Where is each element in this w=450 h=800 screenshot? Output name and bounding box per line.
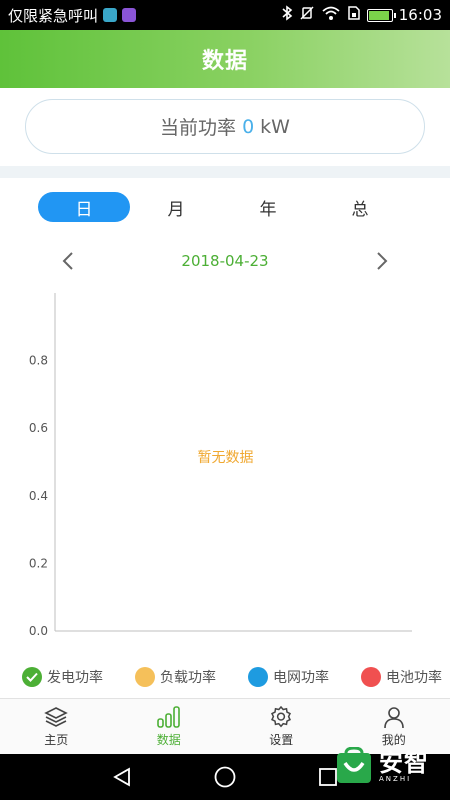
legend-item-grid[interactable]: 电网功率 bbox=[248, 667, 329, 687]
current-power-label: 当前功率 bbox=[160, 117, 237, 139]
layers-icon bbox=[43, 705, 69, 729]
notification-app-icon bbox=[103, 8, 118, 22]
chart-legend: 发电功率 负载功率 电网功率 电池功率 bbox=[22, 665, 442, 689]
status-bar: 仅限紧急呼叫 16:03 bbox=[0, 0, 450, 30]
dot-icon bbox=[248, 667, 268, 687]
sim-icon bbox=[347, 5, 361, 25]
chevron-right-icon[interactable] bbox=[369, 248, 395, 274]
tab-day[interactable]: 日 bbox=[38, 192, 130, 222]
back-icon[interactable] bbox=[107, 762, 137, 792]
y-tick-label: 0.0 bbox=[29, 624, 48, 638]
app-header: 数据 bbox=[0, 30, 450, 88]
current-power-box: 当前功率 0 kW bbox=[25, 99, 425, 154]
wifi-icon bbox=[321, 5, 341, 25]
nav-item-data[interactable]: 数据 bbox=[113, 699, 226, 754]
y-tick-label: 0.4 bbox=[29, 489, 48, 503]
empty-chart-message: 暂无数据 bbox=[198, 450, 254, 466]
legend-label: 电网功率 bbox=[273, 670, 329, 686]
period-tabs: 日 月 年 总 bbox=[38, 192, 408, 222]
nav-label: 设置 bbox=[269, 733, 294, 747]
tab-month[interactable]: 月 bbox=[130, 192, 222, 222]
carrier-text: 仅限紧急呼叫 bbox=[8, 6, 99, 25]
current-power-value: 0 bbox=[242, 115, 255, 138]
legend-label: 负载功率 bbox=[160, 670, 216, 686]
current-power-unit: kW bbox=[260, 115, 290, 138]
dot-icon bbox=[361, 667, 381, 687]
nav-label: 数据 bbox=[156, 733, 181, 747]
y-tick-label: 0.2 bbox=[29, 556, 48, 570]
legend-label: 发电功率 bbox=[47, 670, 103, 686]
vibrate-off-icon bbox=[299, 5, 315, 25]
legend-item-generation[interactable]: 发电功率 bbox=[22, 667, 103, 687]
status-time: 16:03 bbox=[398, 6, 442, 24]
watermark-logo: 安智 ANZHI bbox=[335, 742, 445, 792]
person-icon bbox=[381, 705, 407, 729]
notification-app-icon bbox=[122, 8, 137, 22]
legend-label: 电池功率 bbox=[386, 670, 442, 686]
nav-item-home[interactable]: 主页 bbox=[0, 699, 113, 754]
battery-level-fill bbox=[368, 10, 389, 20]
bar-chart-icon bbox=[156, 705, 182, 729]
tab-year[interactable]: 年 bbox=[222, 192, 314, 222]
page-title: 数据 bbox=[201, 49, 248, 74]
chart-svg: 0.0 0.2 0.4 0.6 0.8 暂无数据 bbox=[29, 293, 412, 638]
battery-icon bbox=[366, 8, 396, 22]
nav-label: 主页 bbox=[44, 733, 69, 747]
watermark-text: 安智 bbox=[379, 749, 429, 777]
anzhi-logo-icon bbox=[337, 747, 371, 783]
legend-item-battery[interactable]: 电池功率 bbox=[361, 667, 442, 687]
legend-item-load[interactable]: 负载功率 bbox=[135, 667, 216, 687]
current-date[interactable]: 2018-04-23 bbox=[181, 252, 268, 270]
gear-icon bbox=[268, 705, 294, 729]
y-tick-label: 0.6 bbox=[29, 421, 48, 435]
y-tick-label: 0.8 bbox=[29, 354, 48, 368]
tab-total[interactable]: 总 bbox=[314, 192, 406, 222]
power-chart: 0.0 0.2 0.4 0.6 0.8 暂无数据 bbox=[0, 285, 450, 645]
date-navigator: 2018-04-23 bbox=[55, 248, 395, 274]
bluetooth-icon bbox=[281, 5, 293, 25]
nav-item-settings[interactable]: 设置 bbox=[225, 699, 338, 754]
chevron-left-icon[interactable] bbox=[55, 248, 81, 274]
home-icon[interactable] bbox=[210, 762, 240, 792]
check-icon bbox=[22, 667, 42, 687]
section-divider bbox=[0, 166, 450, 178]
dot-icon bbox=[135, 667, 155, 687]
